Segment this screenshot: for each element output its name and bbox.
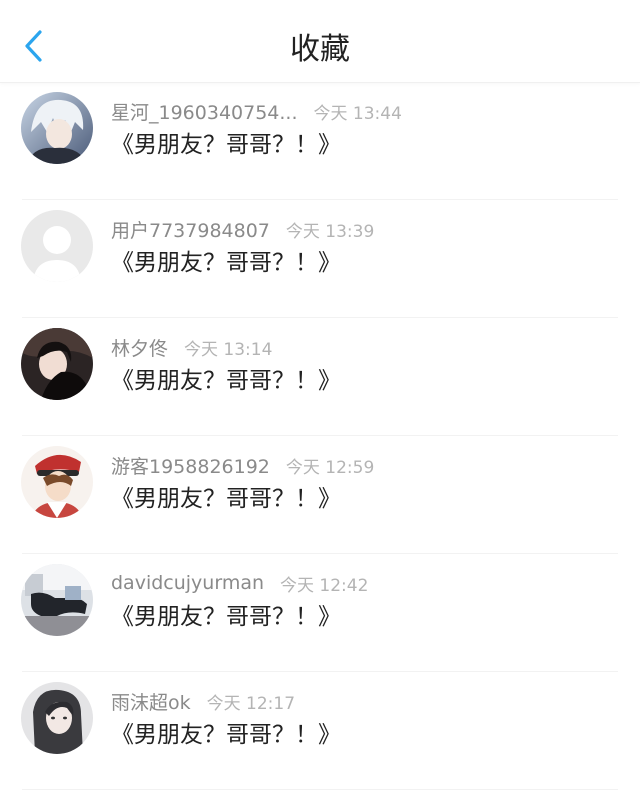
avatar[interactable] xyxy=(21,446,93,518)
list-item[interactable]: 雨沫超ok 今天 12:17 《男朋友？哥哥？！》 xyxy=(0,672,640,790)
avatar[interactable] xyxy=(21,210,93,282)
avatar[interactable] xyxy=(21,564,93,636)
page-title: 收藏 xyxy=(290,32,350,67)
username[interactable]: 林夕佟 xyxy=(111,334,168,361)
item-content[interactable]: 《男朋友？哥哥？！》 xyxy=(111,602,341,632)
avatar-girl-long-hair-icon xyxy=(21,682,93,754)
item-meta: 雨沫超ok 今天 12:17 xyxy=(111,687,295,715)
item-content[interactable]: 《男朋友？哥哥？！》 xyxy=(111,720,341,750)
list-item[interactable]: 用户7737984807 今天 13:39 《男朋友？哥哥？！》 xyxy=(0,200,640,318)
item-content[interactable]: 《男朋友？哥哥？！》 xyxy=(111,484,341,514)
item-content[interactable]: 《男朋友？哥哥？！》 xyxy=(111,366,341,396)
list-item[interactable]: davidcujyurman 今天 12:42 《男朋友？哥哥？！》 xyxy=(0,554,640,672)
timestamp: 今天 12:17 xyxy=(206,693,296,714)
favorites-list: 星河_1960340754... 今天 13:44 《男朋友？哥哥？！》 用户7… xyxy=(0,82,640,790)
avatar[interactable] xyxy=(21,682,93,754)
timestamp: 今天 13:39 xyxy=(285,221,375,242)
item-meta: 用户7737984807 今天 13:39 xyxy=(111,215,374,243)
item-content[interactable]: 《男朋友？哥哥？！》 xyxy=(111,130,341,160)
username[interactable]: 星河_1960340754... xyxy=(111,98,298,125)
list-item[interactable]: 林夕佟 今天 13:14 《男朋友？哥哥？！》 xyxy=(0,318,640,436)
username[interactable]: 雨沫超ok xyxy=(111,688,191,715)
item-meta: 游客1958826192 今天 12:59 xyxy=(111,451,374,479)
username[interactable]: 游客1958826192 xyxy=(111,452,270,479)
list-item[interactable]: 星河_1960340754... 今天 13:44 《男朋友？哥哥？！》 xyxy=(0,82,640,200)
item-content[interactable]: 《男朋友？哥哥？！》 xyxy=(111,248,341,278)
username[interactable]: 用户7737984807 xyxy=(111,216,270,243)
header-bar: 收藏 xyxy=(0,0,640,83)
item-meta: 星河_1960340754... 今天 13:44 xyxy=(111,97,402,125)
avatar-anime-red-cap-icon xyxy=(21,446,93,518)
avatar-room-photo-icon xyxy=(21,564,93,636)
avatar-default-placeholder-icon xyxy=(21,210,93,282)
item-meta: davidcujyurman 今天 12:42 xyxy=(111,569,368,597)
timestamp: 今天 13:14 xyxy=(184,339,273,360)
avatar-anime-white-hair-icon xyxy=(21,92,93,164)
avatar[interactable] xyxy=(21,92,93,164)
avatar[interactable] xyxy=(21,328,93,400)
item-meta: 林夕佟 今天 13:14 xyxy=(111,333,272,361)
username[interactable]: davidcujyurman xyxy=(111,572,264,594)
avatar-girl-photo-icon xyxy=(21,328,93,400)
timestamp: 今天 12:59 xyxy=(285,457,375,478)
timestamp: 今天 12:42 xyxy=(280,575,369,596)
list-item[interactable]: 游客1958826192 今天 12:59 《男朋友？哥哥？！》 xyxy=(0,436,640,554)
timestamp: 今天 13:44 xyxy=(313,103,402,124)
